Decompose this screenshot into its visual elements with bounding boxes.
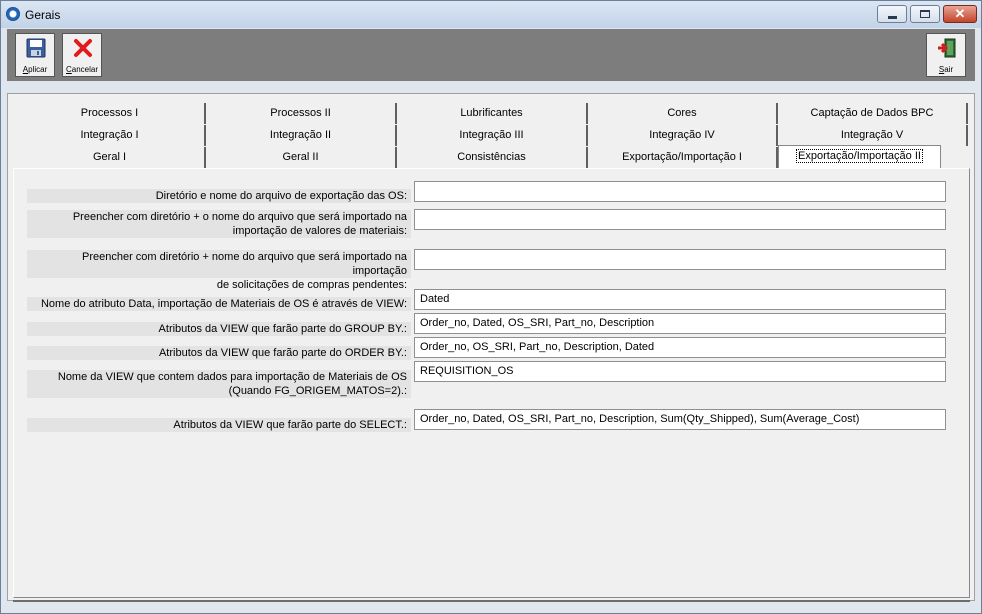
close-icon: ✕	[954, 6, 966, 21]
label-import-materials: Preencher com diretório + o nome do arqu…	[27, 210, 411, 238]
order-by-input[interactable]: Order_no, OS_SRI, Part_no, Description, …	[414, 337, 946, 358]
tab-processos-ii[interactable]: Processos II	[206, 103, 397, 124]
exit-label: Sair	[938, 65, 954, 74]
import-requests-input[interactable]	[414, 249, 946, 270]
cancel-button[interactable]: Cancelar	[62, 33, 102, 77]
maximize-icon	[920, 10, 930, 18]
label-export-file: Diretório e nome do arquivo de exportaçã…	[27, 189, 411, 203]
label-import-materials-line2: importação de valores de materiais:	[232, 225, 407, 237]
tab-exportacao-importacao-ii-label: Exportação/Importação II	[796, 149, 923, 163]
label-group-by: Atributos da VIEW que farão parte do GRO…	[27, 322, 411, 336]
panel-bottom-border	[13, 600, 970, 602]
tab-integracao-v[interactable]: Integração V	[778, 125, 968, 146]
label-order-by: Atributos da VIEW que farão parte do ORD…	[27, 346, 411, 360]
label-select: Atributos da VIEW que farão parte do SEL…	[27, 418, 411, 432]
tab-processos-i[interactable]: Processos I	[15, 103, 206, 124]
tab-exportacao-importacao-ii[interactable]: Exportação/Importação II	[778, 145, 941, 169]
label-import-materials-line1: Preencher com diretório + o nome do arqu…	[72, 211, 407, 223]
tab-integracao-ii[interactable]: Integração II	[206, 125, 397, 146]
label-date-attr: Nome do atributo Data, importação de Mat…	[27, 297, 411, 311]
tab-integracao-i[interactable]: Integração I	[15, 125, 206, 146]
label-view-name-line2: (Quando FG_ORIGEM_MATOS=2).:	[228, 385, 407, 397]
minimize-button[interactable]	[877, 5, 907, 23]
date-attr-input[interactable]: Dated	[414, 289, 946, 310]
app-icon	[6, 7, 20, 21]
exit-button[interactable]: Sair	[926, 33, 966, 77]
cancel-x-icon	[74, 39, 92, 57]
label-import-requests-line1: Preencher com diretório + nome do arquiv…	[82, 251, 407, 277]
label-view-name-line1: Nome da VIEW que contem dados para impor…	[57, 371, 407, 383]
maximize-button[interactable]	[910, 5, 940, 23]
tab-captacao-dados-bpc[interactable]: Captação de Dados BPC	[778, 103, 968, 124]
apply-button[interactable]: Aplicar	[15, 33, 55, 77]
select-input[interactable]: Order_no, Dated, OS_SRI, Part_no, Descri…	[414, 409, 946, 430]
tab-lubrificantes[interactable]: Lubrificantes	[397, 103, 588, 124]
label-import-requests-line2: de solicitações de compras pendentes:	[216, 279, 407, 291]
tab-consistencias[interactable]: Consistências	[397, 147, 588, 168]
tab-exportacao-importacao-i[interactable]: Exportação/Importação I	[588, 147, 778, 168]
label-view-name: Nome da VIEW que contem dados para impor…	[27, 370, 411, 398]
label-import-requests: Preencher com diretório + nome do arquiv…	[27, 250, 411, 291]
tab-cores[interactable]: Cores	[588, 103, 778, 124]
minimize-icon	[888, 16, 897, 19]
export-file-input[interactable]	[414, 181, 946, 202]
tab-geral-ii[interactable]: Geral II	[206, 147, 397, 168]
title-bar[interactable]: Gerais ✕	[1, 1, 981, 28]
cancel-label: Cancelar	[65, 65, 99, 74]
exit-door-icon	[938, 38, 956, 58]
import-materials-input[interactable]	[414, 209, 946, 230]
toolbar: Aplicar Cancelar Sair	[7, 29, 975, 81]
close-button[interactable]: ✕	[943, 5, 977, 23]
window-title: Gerais	[25, 8, 61, 22]
group-by-input[interactable]: Order_no, Dated, OS_SRI, Part_no, Descri…	[414, 313, 946, 334]
tab-integracao-iii[interactable]: Integração III	[397, 125, 588, 146]
tab-geral-i[interactable]: Geral I	[15, 147, 206, 168]
save-icon	[26, 38, 46, 58]
apply-label: Aplicar	[22, 65, 48, 74]
window: Gerais ✕ Aplicar Cancelar Sair Processos…	[0, 0, 982, 614]
tab-integracao-iv[interactable]: Integração IV	[588, 125, 778, 146]
view-name-input[interactable]: REQUISITION_OS	[414, 361, 946, 382]
